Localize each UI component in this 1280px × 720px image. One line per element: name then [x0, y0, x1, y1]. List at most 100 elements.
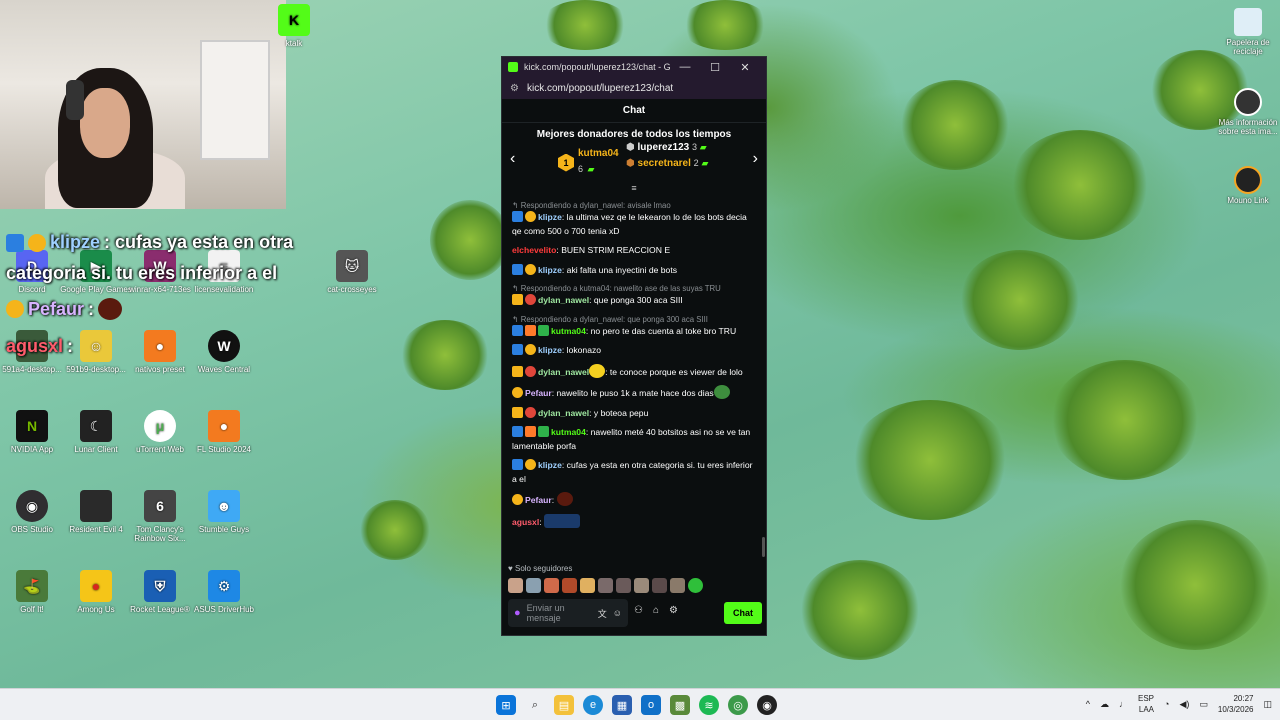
desktop-icon-recycle-bin[interactable]: Papelera de reciclaje	[1218, 8, 1278, 56]
store-icon[interactable]: ⌂	[653, 605, 659, 616]
desktop-icon-rainbow-six[interactable]: 6 Tom Clancy's Rainbow Six...	[124, 490, 196, 543]
donor-badge-icon	[28, 233, 46, 252]
chat-username[interactable]: klipze	[538, 460, 562, 470]
overlay-username: Pefaur	[28, 298, 85, 319]
emote-icon[interactable]	[670, 578, 685, 593]
desktop-icon-asus-driverhub[interactable]: ⚙ ASUS DriverHub	[188, 570, 260, 614]
chat-username[interactable]: kutma04	[551, 427, 586, 437]
desktop-icon-obs-studio[interactable]: ◉ OBS Studio	[0, 490, 68, 534]
language-indicator[interactable]: ESP LAA	[1138, 693, 1154, 715]
emote-icon[interactable]	[508, 578, 523, 593]
microphone-icon[interactable]: ●	[514, 607, 521, 619]
webcam-overlay	[0, 0, 286, 209]
store-icon[interactable]: ▦	[612, 695, 632, 715]
emote-icon[interactable]	[652, 578, 667, 593]
outlook-icon[interactable]: o	[641, 695, 661, 715]
users-icon[interactable]: ⚇	[634, 605, 643, 616]
tree-cluster	[900, 80, 1010, 170]
wifi-icon[interactable]: ◔	[1164, 699, 1169, 709]
file-explorer-icon[interactable]: ▤	[554, 695, 574, 715]
chevron-left-icon[interactable]: ‹	[510, 150, 515, 168]
chat-username[interactable]: klipze	[538, 345, 562, 355]
waves-icon: W	[208, 330, 240, 362]
reply-context: ↰ Respondiendo a dylan_nawel: que ponga …	[512, 314, 708, 324]
address-bar[interactable]: ⚙ kick.com/popout/luperez123/chat	[502, 77, 766, 99]
rocket-league-icon: ⛨	[144, 570, 176, 602]
golf-it-icon: ⛳	[16, 570, 48, 602]
chevron-up-icon[interactable]: ^	[1086, 699, 1090, 709]
desktop-icon-waves-central[interactable]: W Waves Central	[188, 330, 260, 374]
chat-username[interactable]: dylan_nawel	[538, 408, 589, 418]
close-icon[interactable]: ✕	[730, 61, 760, 74]
spotify-icon[interactable]: ≋	[699, 695, 719, 715]
chat-message: dylan_nawel: y boteoa pepu	[512, 406, 754, 421]
overlay-chat-line: klipze : cufas ya esta en otra	[6, 232, 293, 253]
emote-icon[interactable]	[544, 578, 559, 593]
chat-username[interactable]: Pefaur	[525, 388, 552, 398]
taskbar: ⊞ ⌕ ▤ e ▦ o ▩ ≋ ◎ ◉ ^ ☁ ♩ ESP LAA ◔ ◀) ▭…	[0, 688, 1280, 720]
emoji-icon[interactable]: ☺	[613, 608, 622, 618]
desktop-icon-resident-evil-4[interactable]: Resident Evil 4	[60, 490, 132, 534]
chat-input[interactable]: ● Enviar un mensaje 文 ☺	[508, 599, 628, 627]
chrome-icon[interactable]: ◎	[728, 695, 748, 715]
minimize-icon[interactable]: —	[670, 61, 700, 73]
emote-icon[interactable]	[598, 578, 613, 593]
microphone-icon[interactable]: ♩	[1119, 699, 1128, 709]
desktop-icon-rocket-league[interactable]: ⛨ Rocket League®	[124, 570, 196, 614]
clock[interactable]: 20:27 10/3/2026	[1218, 693, 1254, 715]
image-icon: ☺	[80, 330, 112, 362]
chat-username[interactable]: dylan_nawel	[538, 295, 589, 305]
translate-icon[interactable]: 文	[598, 607, 607, 620]
chat-username[interactable]: klipze	[538, 212, 562, 222]
desktop-icon-nvidia-app[interactable]: N NVIDIA App	[0, 410, 68, 454]
chat-scrollbar[interactable]	[762, 537, 765, 557]
desktop-icon-lunar-client[interactable]: ☾ Lunar Client	[60, 410, 132, 454]
heart-icon: ♥	[508, 564, 513, 573]
collapse-icon[interactable]: ≡	[502, 184, 766, 194]
battery-icon[interactable]: ▭	[1199, 699, 1208, 710]
send-chat-button[interactable]: Chat	[724, 602, 762, 624]
notification-icon[interactable]: ◫	[1263, 699, 1272, 710]
volume-icon[interactable]: ◀)	[1179, 699, 1189, 710]
webcam-headset	[66, 80, 84, 120]
emote-icon[interactable]	[580, 578, 595, 593]
site-settings-icon[interactable]: ⚙	[510, 83, 519, 94]
chat-username[interactable]: klipze	[538, 265, 562, 275]
windows-start-icon[interactable]: ⊞	[496, 695, 516, 715]
chat-username[interactable]: elchevelito	[512, 245, 556, 255]
desktop-icon-mouno-link[interactable]: Mouno Link	[1218, 166, 1278, 205]
bot-badge-icon	[512, 324, 523, 336]
emote-icon[interactable]	[562, 578, 577, 593]
chat-username[interactable]: kutma04	[551, 326, 586, 336]
edge-icon[interactable]: e	[583, 695, 603, 715]
chevron-right-icon[interactable]: ›	[753, 150, 758, 168]
minecraft-icon[interactable]: ▩	[670, 695, 690, 715]
window-titlebar[interactable]: kick.com/popout/luperez123/chat - Googl.…	[502, 57, 766, 77]
emote-icon[interactable]	[526, 578, 541, 593]
desktop-icon-fl-studio[interactable]: ● FL Studio 2024	[188, 410, 260, 454]
chat-username[interactable]: Pefaur	[525, 495, 552, 505]
chat-text: :	[551, 495, 555, 505]
emote-icon[interactable]	[688, 578, 703, 593]
chat-username[interactable]: agusxl	[512, 517, 539, 527]
emote-icon[interactable]	[634, 578, 649, 593]
desktop-icon-cat-crosseyes[interactable]: 🐱 cat-crosseyes	[316, 250, 388, 294]
chat-message: Pefaur: nawelito le puso 1k a mate hace …	[512, 385, 754, 401]
tree-cluster	[360, 500, 430, 560]
desktop-icon-more-info[interactable]: Más información sobre esta ima...	[1218, 88, 1278, 136]
desktop-icon-nativos-preset[interactable]: ● nativos preset	[124, 330, 196, 374]
chat-username[interactable]: dylan_nawel	[538, 367, 589, 377]
desktop-icon-utorrent-web[interactable]: μ uTorrent Web	[124, 410, 196, 454]
desktop-icon-ktalk[interactable]: K ktalk	[258, 4, 330, 48]
obs-icon[interactable]: ◉	[757, 695, 777, 715]
gear-icon[interactable]: ⚙	[669, 605, 678, 616]
desktop-icon-among-us[interactable]: ● Among Us	[60, 570, 132, 614]
maximize-icon[interactable]: ☐	[700, 61, 730, 74]
desktop-icon-stumble-guys[interactable]: ☻ Stumble Guys	[188, 490, 260, 534]
emote-icon[interactable]	[616, 578, 631, 593]
network-icon[interactable]: ☁	[1100, 699, 1109, 710]
desktop-icon-golf-it[interactable]: ⛳ Golf It!	[0, 570, 68, 614]
chat-message: klipze: cufas ya esta en otra categoria …	[512, 459, 754, 486]
search-icon[interactable]: ⌕	[525, 695, 545, 715]
donor-third: ⬢ secretnarel 2 ▰	[626, 158, 708, 169]
